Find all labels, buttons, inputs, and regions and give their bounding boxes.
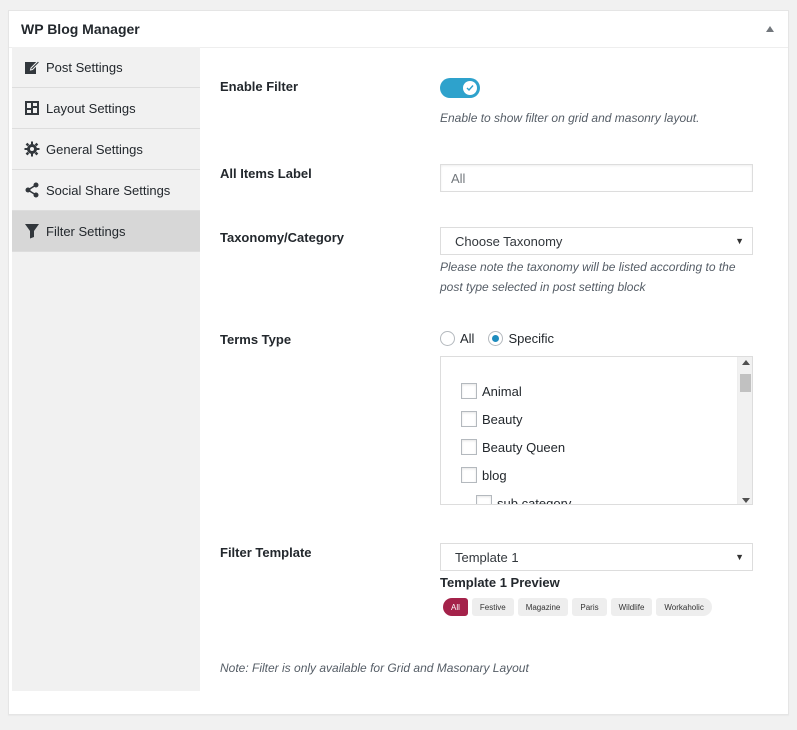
term-item-beauty[interactable]: Beauty (461, 405, 571, 433)
term-item-blog[interactable]: blog (461, 461, 571, 489)
enable-filter-toggle[interactable] (440, 78, 480, 98)
terms-type-radio-all[interactable]: All (440, 331, 474, 346)
sidebar-item-filter-settings[interactable]: Filter Settings (12, 211, 200, 252)
term-item-animal[interactable]: Animal (461, 377, 571, 405)
scroll-down-icon[interactable] (742, 498, 750, 503)
template-preview-pills: All Festive Magazine Paris Wildlife Work… (443, 598, 753, 616)
panel-header: WP Blog Manager (9, 11, 788, 48)
filter-template-select[interactable]: Template 1 ▼ (440, 543, 753, 571)
sidebar-item-label: Post Settings (46, 59, 123, 75)
term-label: Animal (482, 383, 522, 399)
taxonomy-selected-value: Choose Taxonomy (455, 233, 563, 249)
scroll-thumb[interactable] (740, 374, 751, 392)
template-preview-title: Template 1 Preview (440, 575, 560, 590)
terms-list-box[interactable]: Animal Beauty Beauty Queen blog sub cate… (440, 356, 753, 505)
term-item-sub-category[interactable]: sub category (461, 489, 572, 505)
all-items-label-input[interactable] (440, 164, 753, 192)
taxonomy-description: Please note the taxonomy will be listed … (440, 260, 736, 294)
settings-sidebar: Post Settings Layout Settings General Se… (12, 47, 200, 691)
taxonomy-select[interactable]: Choose Taxonomy ▼ (440, 227, 753, 255)
share-icon (24, 182, 40, 198)
scroll-up-icon[interactable] (742, 360, 750, 365)
term-item-beauty-queen[interactable]: Beauty Queen (461, 433, 571, 461)
gear-icon (24, 141, 40, 157)
layout-icon (24, 100, 40, 116)
term-label: sub category (497, 495, 572, 505)
terms-type-radio-specific[interactable]: Specific (488, 331, 554, 346)
terms-list: Animal Beauty Beauty Queen blog sub cate… (461, 377, 572, 505)
preview-pill: Wildlife (610, 598, 653, 616)
term-label: Beauty Queen (482, 439, 566, 455)
preview-pill: All (443, 598, 468, 616)
enable-filter-field: Enable to show filter on grid and masonr… (440, 78, 753, 128)
terms-type-label: Terms Type (220, 332, 292, 347)
term-label: blog (482, 467, 507, 483)
preview-pill: Festive (471, 598, 514, 616)
enable-filter-description: Enable to show filter on grid and masonr… (440, 111, 700, 125)
filter-availability-note: Note: Filter is only available for Grid … (220, 661, 529, 675)
terms-type-radio-group: All Specific (440, 331, 753, 346)
checkbox[interactable] (476, 495, 492, 504)
enable-filter-label: Enable Filter (220, 79, 299, 94)
sidebar-item-layout-settings[interactable]: Layout Settings (12, 88, 200, 129)
terms-type-field: All Specific Animal Beauty Beauty Queen … (440, 331, 753, 505)
filter-template-selected-value: Template 1 (455, 549, 519, 565)
checkbox[interactable] (461, 467, 477, 483)
filter-icon (24, 223, 40, 239)
panel-title: WP Blog Manager (21, 21, 140, 37)
checkbox[interactable] (461, 411, 477, 427)
all-items-label-field (440, 164, 753, 192)
taxonomy-field: Choose Taxonomy ▼ Please note the taxono… (440, 227, 753, 297)
collapse-toggle-icon[interactable] (766, 26, 774, 32)
all-items-label-label: All Items Label (220, 166, 312, 181)
sidebar-item-label: General Settings (46, 141, 143, 157)
preview-pill: Workaholic (656, 598, 712, 616)
radio-button[interactable] (488, 331, 504, 346)
chevron-down-icon: ▼ (735, 552, 744, 562)
chevron-down-icon: ▼ (735, 236, 744, 246)
sidebar-item-social-share-settings[interactable]: Social Share Settings (12, 170, 200, 211)
check-icon (463, 81, 477, 95)
sidebar-item-label: Social Share Settings (46, 182, 171, 198)
taxonomy-label: Taxonomy/Category (220, 230, 345, 245)
radio-button[interactable] (440, 331, 455, 346)
filter-template-field: Template 1 ▼ Template 1 Preview All Fest… (440, 543, 753, 616)
checkbox[interactable] (461, 383, 477, 399)
sidebar-item-label: Layout Settings (46, 100, 136, 116)
filter-template-label: Filter Template (220, 545, 312, 560)
sidebar-item-general-settings[interactable]: General Settings (12, 129, 200, 170)
filter-settings-content: Enable Filter Enable to show filter on g… (220, 47, 765, 687)
radio-label: All (460, 331, 475, 346)
preview-pill: Magazine (517, 598, 569, 616)
sidebar-item-label: Filter Settings (46, 223, 126, 239)
terms-scrollbar[interactable] (737, 357, 752, 504)
edit-icon (24, 59, 40, 75)
term-label: Beauty (482, 411, 523, 427)
sidebar-item-post-settings[interactable]: Post Settings (12, 47, 200, 88)
radio-label: Specific (508, 331, 554, 346)
preview-pill: Paris (572, 598, 607, 616)
checkbox[interactable] (461, 439, 477, 455)
